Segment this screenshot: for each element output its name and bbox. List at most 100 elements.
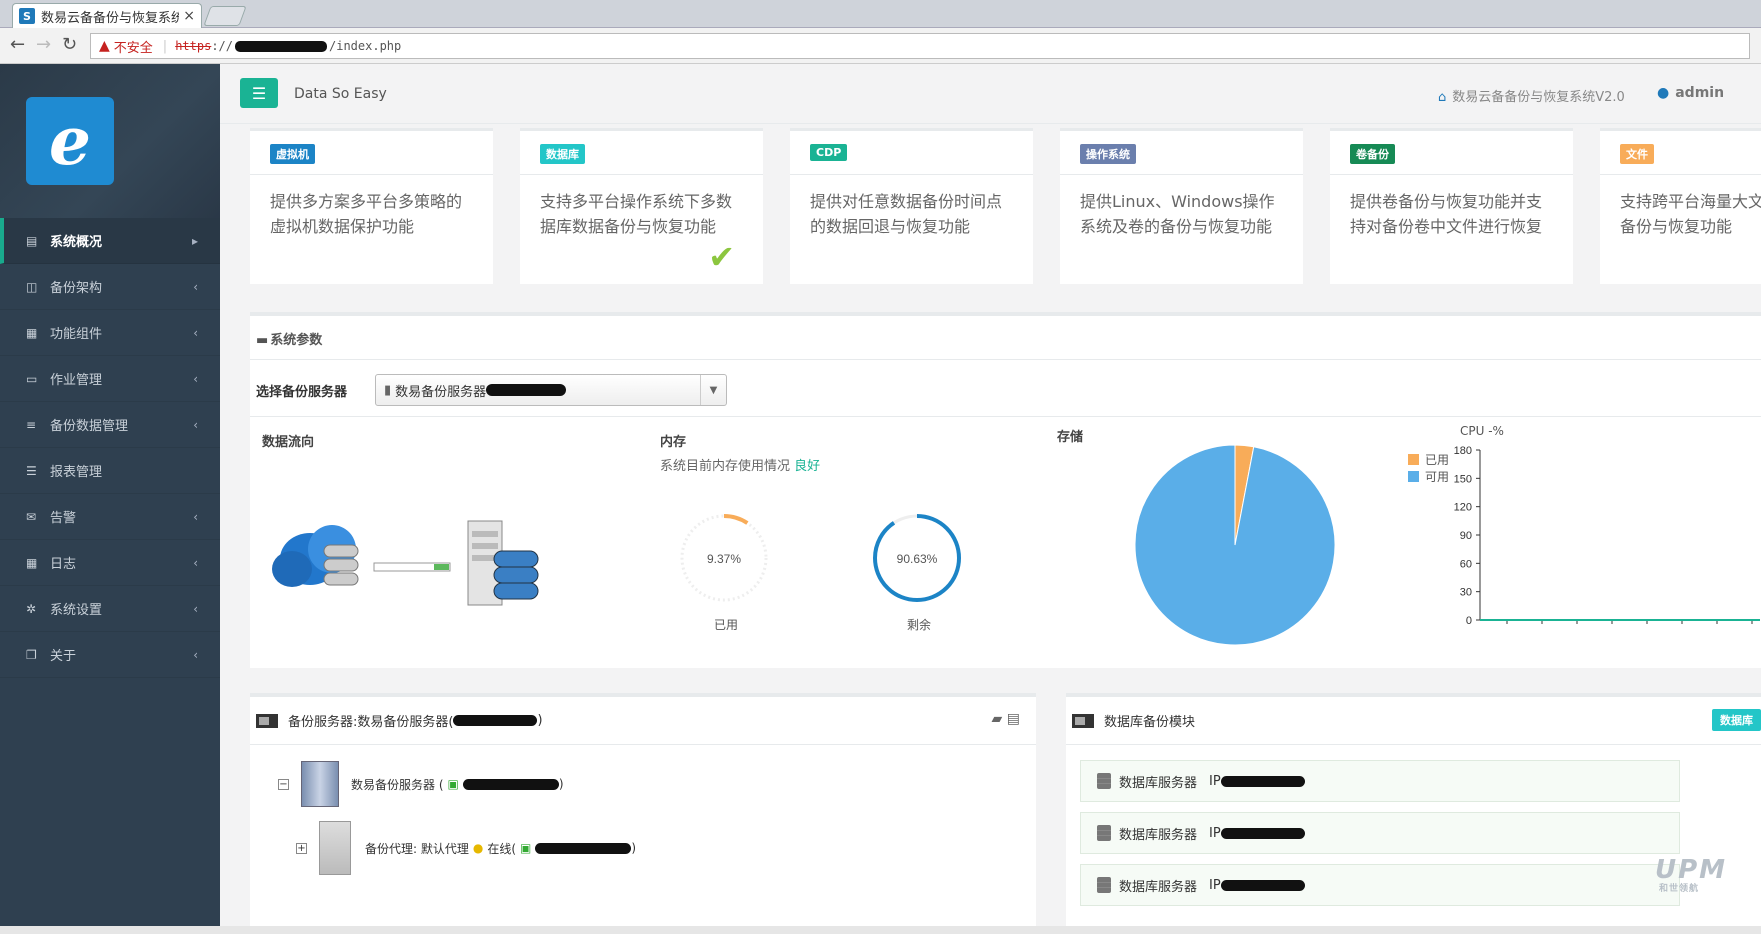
system-name[interactable]: ⌂ 数易云备备份与恢复系统V2.0 (1438, 86, 1625, 105)
sidebar-item-8[interactable]: ▦ 日志 ‹ (0, 540, 220, 586)
sidebar-item-label: 备份架构 (50, 281, 103, 296)
list-icon: ▬ (256, 333, 269, 348)
sidebar-item-1[interactable]: ▤ 系统概况 ▸ (0, 218, 220, 264)
server-database-icon (467, 520, 539, 606)
redacted-ip (1220, 827, 1305, 839)
cpu-axis (1479, 450, 1760, 621)
server-icon: ▮ (384, 382, 392, 398)
chevron-down-icon[interactable]: ▼ (700, 375, 726, 405)
cpu-ytick-label: 0 (1466, 615, 1472, 627)
card-text: 提供Linux、Windows操作系统及卷的备份与恢复功能 (1080, 192, 1275, 236)
username: admin (1675, 85, 1725, 101)
sidebar-item-4[interactable]: ▭ 作业管理 ‹ (0, 356, 220, 402)
backup-server-panel: 备份服务器:数易备份服务器() ▰ ▤ − 数易备份服务器 ( ▣ ) + 备份… (250, 693, 1036, 926)
chevron-icon: ‹ (193, 279, 198, 294)
url-scheme-sep: :// (211, 39, 233, 53)
card-header: 数据库 (520, 131, 763, 175)
cpu-ytick-label: 60 (1460, 558, 1472, 570)
server-select[interactable]: ▮ 数易备份服务器 ▼ (375, 374, 728, 406)
user-icon: ● (1657, 85, 1670, 101)
chevron-icon: ▸ (191, 233, 198, 248)
warning-icon: ▲ (99, 38, 110, 54)
network-icon: ▣ (520, 841, 532, 855)
sidebar-item-10[interactable]: ❐ 关于 ‹ (0, 632, 220, 678)
chevron-icon: ‹ (193, 417, 198, 432)
db-server-label: 数据库服务器 (1119, 879, 1198, 895)
panel-title: 系统参数 (270, 333, 323, 348)
select-label: 选择备份服务器 (256, 384, 348, 400)
panel-header: ▬ 系统参数 (250, 316, 1761, 360)
sidebar-item-6[interactable]: ☰ 报表管理 (0, 448, 220, 494)
legend-swatch (1408, 454, 1419, 465)
card-badge: 文件 (1620, 144, 1654, 164)
reload-icon[interactable]: ↻ (62, 34, 77, 55)
horizontal-scrollbar[interactable] (0, 926, 1761, 934)
card-header: 卷备份 (1330, 131, 1573, 175)
memory-used-gauge: 9.37% (680, 514, 768, 602)
desktop-icon: ▭ (26, 371, 38, 386)
slogan: Data So Easy (294, 86, 387, 102)
redacted-ip (1220, 775, 1305, 787)
sidebar-item-7[interactable]: ✉ 告警 ‹ (0, 494, 220, 540)
card-text: 提供卷备份与恢复功能并支持对备份卷中文件进行恢复 (1350, 192, 1543, 236)
feature-cards: 虚拟机 提供多方案多平台多策略的虚拟机数据保护功能 数据库 支持多平台操作系统下… (250, 128, 1761, 284)
sidebar-item-label: 功能组件 (50, 327, 103, 342)
db-server-row[interactable]: 数据库服务器 IP (1080, 864, 1680, 906)
memory-free-gauge: 90.63% (873, 514, 961, 602)
db-server-row[interactable]: 数据库服务器 IP (1080, 812, 1680, 854)
cpu-ytick-label: 120 (1454, 502, 1472, 514)
system-params-panel: ▬ 系统参数 选择备份服务器 ▮ 数易备份服务器 ▼ 数据流向 内存 系统目前内… (250, 312, 1761, 668)
insecure-label[interactable]: 不安全 (114, 37, 153, 56)
url-input[interactable]: ▲ 不安全 | https :// /index.php (90, 33, 1750, 59)
sidebar-item-label: 作业管理 (50, 373, 103, 388)
sidebar-item-5[interactable]: ≡ 备份数据管理 ‹ (0, 402, 220, 448)
url-scheme: https (175, 39, 212, 53)
folder-icon[interactable]: ▰ ▤ (992, 711, 1020, 727)
sidebar-item-3[interactable]: ▦ 功能组件 ‹ (0, 310, 220, 356)
chevron-icon: ‹ (193, 325, 198, 340)
cpu-line-chart: 180 150 120 90 60 30 0 (1454, 445, 1760, 627)
card-header: CDP (790, 131, 1033, 175)
tree-node-agent[interactable]: + 备份代理: 默认代理 ● 在线( ▣ ) (296, 821, 636, 875)
home-icon: ⌂ (1438, 90, 1447, 105)
agent-server-icon (319, 821, 351, 875)
user-menu[interactable]: ● admin (1657, 85, 1724, 101)
backup-panel-title: 备份服务器:数易备份服务器( (288, 715, 454, 730)
browser-tab[interactable]: S 数易云备备份与恢复系统 × (12, 3, 202, 28)
backup-panel-title-end: ) (537, 713, 543, 728)
db-server-row[interactable]: 数据库服务器 IP (1080, 760, 1680, 802)
cloud-database-icon (272, 525, 359, 587)
transfer-bar (373, 562, 451, 572)
storage-pie-chart (1134, 444, 1336, 646)
tab-close-icon[interactable]: × (183, 8, 195, 24)
menu-toggle-button[interactable]: ☰ (240, 78, 278, 108)
cpu-title: CPU -% (1460, 424, 1504, 438)
panel-header: 数据库备份模块 数据库 (1066, 697, 1761, 745)
expand-icon[interactable]: + (296, 842, 307, 854)
memory-status: 良好 (794, 459, 821, 474)
panel-header: 备份服务器:数易备份服务器() ▰ ▤ (250, 697, 1036, 745)
gear-icon: ✲ (26, 601, 37, 616)
envelope-icon: ✉ (26, 509, 37, 524)
sidebar: e ▤ 系统概况 ▸ ◫ 备份架构 ‹ ▦ 功能组件 ‹ ▭ 作业管理 ‹ ≡ 备份数据… (0, 64, 220, 934)
sidebar-item-9[interactable]: ✲ 系统设置 ‹ (0, 586, 220, 632)
card-text: 提供对任意数据备份时间点的数据回退与恢复功能 (810, 192, 1003, 236)
pie-slice-可用 (1134, 444, 1336, 646)
browser-tab-strip: S 数易云备备份与恢复系统 × (0, 0, 1761, 28)
sidebar-item-2[interactable]: ◫ 备份架构 ‹ (0, 264, 220, 310)
forward-icon[interactable]: → (36, 34, 51, 55)
check-icon: ✔ (708, 238, 735, 276)
database-icon (1097, 877, 1111, 893)
storage-pie (1134, 444, 1336, 646)
new-tab-button[interactable] (203, 6, 247, 26)
chart-icon: ▦ (26, 325, 38, 340)
feature-card: CDP 提供对任意数据备份时间点的数据回退与恢复功能 (790, 128, 1033, 284)
back-icon[interactable]: ← (10, 34, 25, 55)
collapse-icon[interactable]: − (278, 778, 289, 790)
sidebar-item-label: 关于 (50, 649, 77, 664)
card-header: 虚拟机 (250, 131, 493, 175)
server-icon (256, 713, 278, 728)
chevron-icon: ‹ (193, 509, 198, 524)
tree-node-root[interactable]: − 数易备份服务器 ( ▣ ) (278, 761, 564, 807)
divider (250, 416, 1761, 417)
